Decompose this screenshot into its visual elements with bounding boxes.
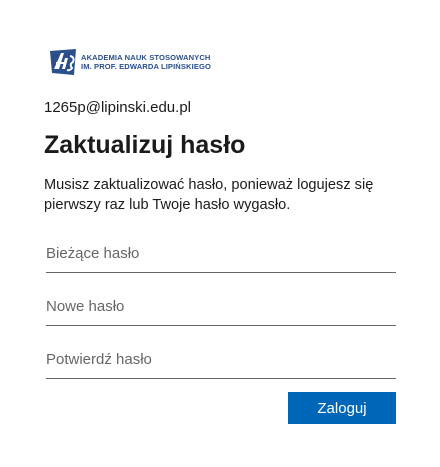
description-line-2: pierwszy raz lub Twoje hasło wygasło.: [44, 197, 291, 213]
logo-line-1: AKADEMIA NAUK STOSOWANYCH: [81, 53, 211, 62]
new-password-field: [46, 289, 396, 326]
university-logo: AKADEMIA NAUK STOSOWANYCH IM. PROF. EDWA…: [44, 44, 396, 80]
account-identity: 1265p@lipinski.edu.pl: [44, 99, 191, 116]
page-title: Zaktualizuj hasło: [44, 131, 246, 159]
logo-line-2: IM. PROF. EDWARDA LIPIŃSKIEGO: [81, 62, 212, 71]
confirm-password-input[interactable]: [46, 342, 396, 376]
description: Musisz zaktualizować hasło, ponieważ log…: [44, 175, 396, 215]
ans-logo-icon: [48, 47, 78, 77]
actions: Zaloguj: [288, 392, 396, 424]
logo-text: AKADEMIA NAUK STOSOWANYCH IM. PROF. EDWA…: [81, 53, 211, 71]
current-password-field: [46, 236, 396, 273]
new-password-input[interactable]: [46, 289, 396, 323]
login-card: AKADEMIA NAUK STOSOWANYCH IM. PROF. EDWA…: [44, 44, 396, 379]
current-password-input[interactable]: [46, 236, 396, 270]
confirm-password-field: [46, 342, 396, 379]
description-line-1: Musisz zaktualizować hasło, ponieważ log…: [44, 177, 374, 193]
sign-in-button[interactable]: Zaloguj: [288, 392, 396, 424]
